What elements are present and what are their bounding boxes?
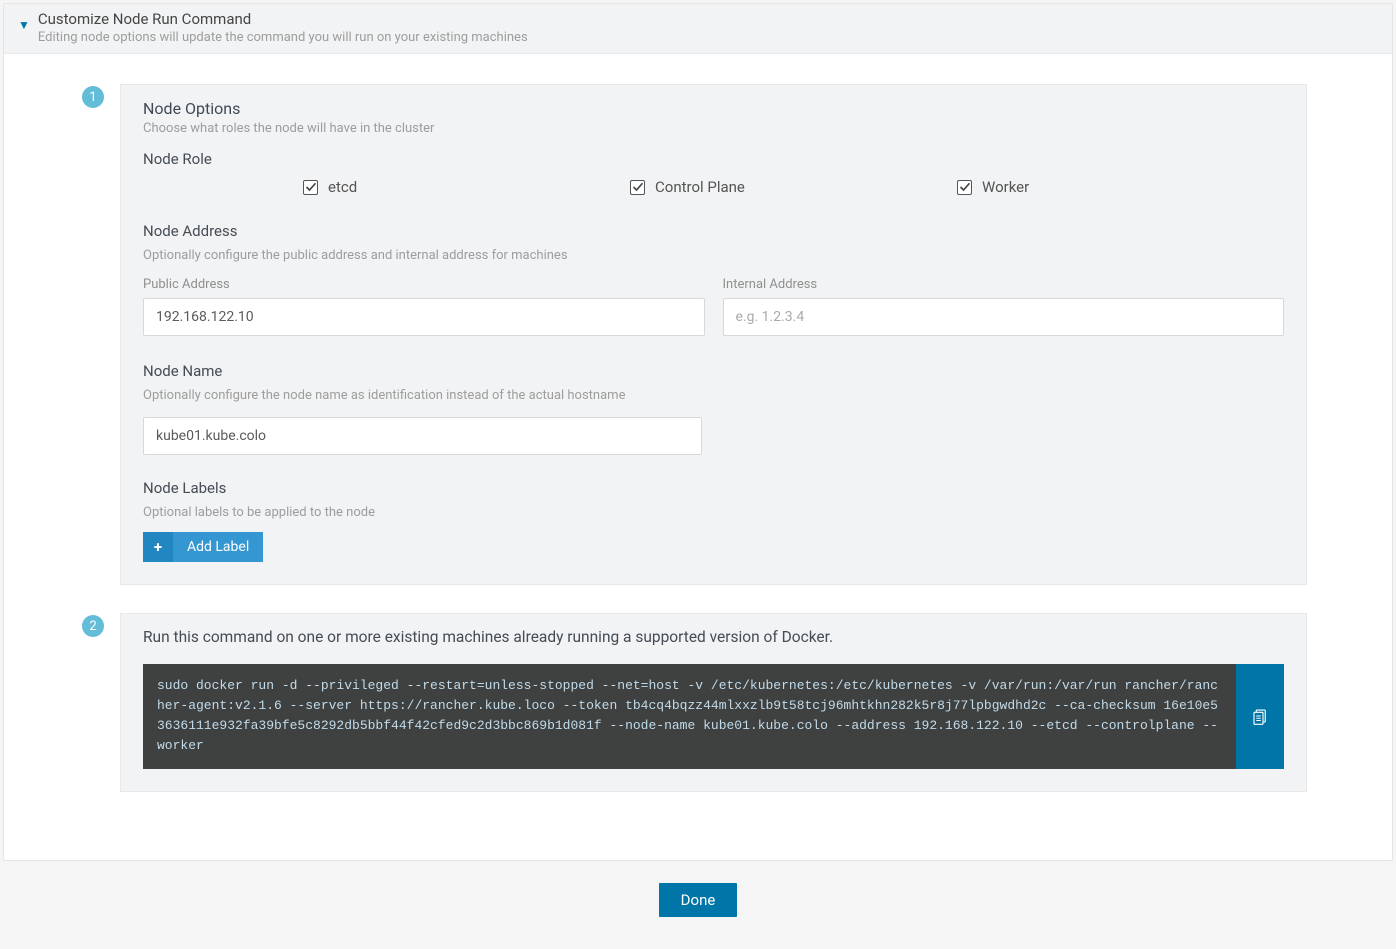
step-1: 1 Node Options Choose what roles the nod… (82, 84, 1307, 585)
step-2-badge: 2 (82, 615, 104, 637)
node-name-wrapper (143, 417, 702, 455)
internal-address-label: Internal Address (723, 277, 1285, 292)
card-body: 1 Node Options Choose what roles the nod… (4, 54, 1392, 860)
node-role-row: etcd Control Plane Worker (143, 178, 1284, 196)
node-options-sub: Choose what roles the node will have in … (143, 121, 1284, 136)
header-text-block: Customize Node Run Command Editing node … (38, 10, 528, 45)
role-worker-label: Worker (982, 178, 1029, 196)
step-2-title: Run this command on one or more existing… (143, 628, 1284, 646)
node-name-input[interactable] (143, 417, 702, 455)
public-address-label: Public Address (143, 277, 705, 292)
role-control-plane[interactable]: Control Plane (630, 178, 957, 196)
public-address-col: Public Address (143, 277, 705, 336)
copy-button[interactable] (1236, 664, 1284, 769)
step-2-content: Run this command on one or more existing… (120, 613, 1307, 792)
node-address-sub: Optionally configure the public address … (143, 248, 1284, 263)
done-button[interactable]: Done (659, 883, 738, 917)
node-labels-heading: Node Labels (143, 479, 1284, 497)
customize-node-run-card: ▼ Customize Node Run Command Editing nod… (3, 3, 1393, 861)
node-options-title: Node Options (143, 99, 1284, 118)
node-address-heading: Node Address (143, 222, 1284, 240)
internal-address-col: Internal Address (723, 277, 1285, 336)
command-text[interactable]: sudo docker run -d --privileged --restar… (143, 664, 1236, 769)
checkbox-worker[interactable] (957, 180, 972, 195)
node-role-heading: Node Role (143, 150, 1284, 168)
public-address-input[interactable] (143, 298, 705, 336)
node-address-row: Public Address Internal Address (143, 277, 1284, 336)
node-name-heading: Node Name (143, 362, 1284, 380)
role-control-plane-label: Control Plane (655, 178, 745, 196)
card-title: Customize Node Run Command (38, 10, 528, 28)
role-worker[interactable]: Worker (957, 178, 1284, 196)
step-1-content: Node Options Choose what roles the node … (120, 84, 1307, 585)
card-header[interactable]: ▼ Customize Node Run Command Editing nod… (4, 4, 1392, 54)
clipboard-icon (1251, 707, 1269, 725)
internal-address-input[interactable] (723, 298, 1285, 336)
checkbox-etcd[interactable] (303, 180, 318, 195)
role-etcd[interactable]: etcd (303, 178, 630, 196)
footer: Done (3, 861, 1393, 925)
checkmark-icon (959, 181, 971, 193)
node-name-sub: Optionally configure the node name as id… (143, 388, 1284, 403)
role-etcd-label: etcd (328, 178, 357, 196)
checkmark-icon (305, 181, 317, 193)
step-1-badge: 1 (82, 86, 104, 108)
plus-icon: + (143, 532, 173, 562)
checkbox-control-plane[interactable] (630, 180, 645, 195)
step-2: 2 Run this command on one or more existi… (82, 613, 1307, 792)
add-label-button[interactable]: + Add Label (143, 532, 263, 562)
card-subtitle: Editing node options will update the com… (38, 30, 528, 45)
command-box: sudo docker run -d --privileged --restar… (143, 664, 1284, 769)
caret-down-icon: ▼ (18, 18, 30, 32)
add-label-text: Add Label (173, 539, 263, 555)
checkmark-icon (632, 181, 644, 193)
node-labels-sub: Optional labels to be applied to the nod… (143, 505, 1284, 520)
